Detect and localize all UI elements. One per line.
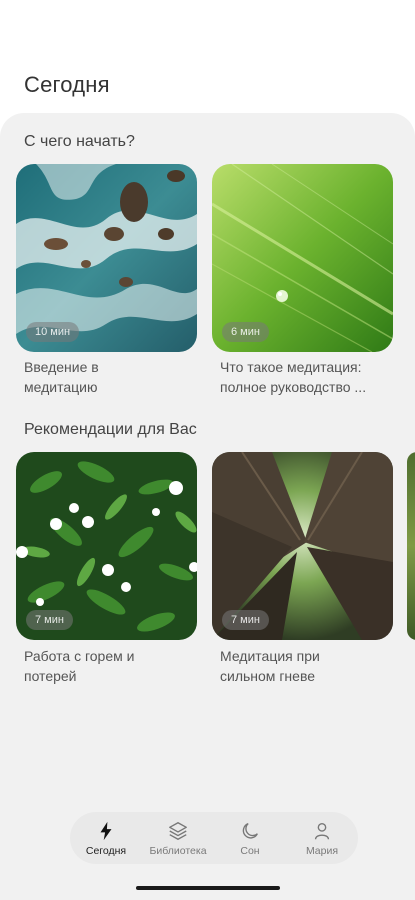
section-title-start: С чего начать? [24, 133, 135, 150]
lightning-icon [100, 821, 112, 840]
duration-badge: 10 мин [26, 322, 80, 342]
moon-icon [242, 822, 258, 839]
tab-label: Мария [305, 844, 339, 857]
card-title[interactable]: Медитация при сильном гневе [220, 646, 401, 686]
section-title-recommendations: Рекомендации для Вас [24, 421, 197, 438]
meditation-card[interactable]: 7 мин [16, 452, 197, 640]
card-title-line: Работа с горем и [24, 648, 135, 664]
tab-today[interactable]: Сегодня [72, 820, 140, 857]
bottom-tab-bar: Сегодня Библиотека Сон Мария [70, 812, 358, 864]
meditation-card[interactable]: 10 мин [16, 164, 197, 352]
tab-label: Библиотека [149, 844, 207, 857]
card-title-line: медитацию [24, 379, 98, 395]
card-title-line: полное руководство ... [220, 379, 367, 395]
meditation-card-partial[interactable] [407, 452, 415, 640]
card-title-line: сильном гневе [220, 668, 316, 684]
duration-badge: 6 мин [222, 322, 269, 342]
home-indicator[interactable] [136, 886, 280, 890]
meditation-card[interactable]: 7 мин [212, 452, 393, 640]
tab-library[interactable]: Библиотека [144, 820, 212, 857]
tab-profile[interactable]: Мария [288, 820, 356, 857]
page-title: Сегодня [24, 72, 110, 97]
card-title[interactable]: Что такое медитация: полное руководство … [220, 357, 400, 397]
card-title-line: Что такое медитация: [220, 359, 362, 375]
card-title-line: Введение в [24, 359, 99, 375]
tab-sleep[interactable]: Сон [216, 820, 284, 857]
card-title[interactable]: Введение в медитацию [24, 357, 205, 397]
layers-icon [169, 821, 187, 840]
duration-badge: 7 мин [222, 610, 269, 630]
card-title-line: Медитация при [220, 648, 320, 664]
meditation-card[interactable]: 6 мин [212, 164, 393, 352]
duration-badge: 7 мин [26, 610, 73, 630]
card-title-line: потерей [24, 668, 77, 684]
person-icon [314, 822, 330, 839]
tab-label: Сон [240, 844, 260, 857]
card-title[interactable]: Работа с горем и потерей [24, 646, 205, 686]
tab-label: Сегодня [85, 844, 127, 857]
